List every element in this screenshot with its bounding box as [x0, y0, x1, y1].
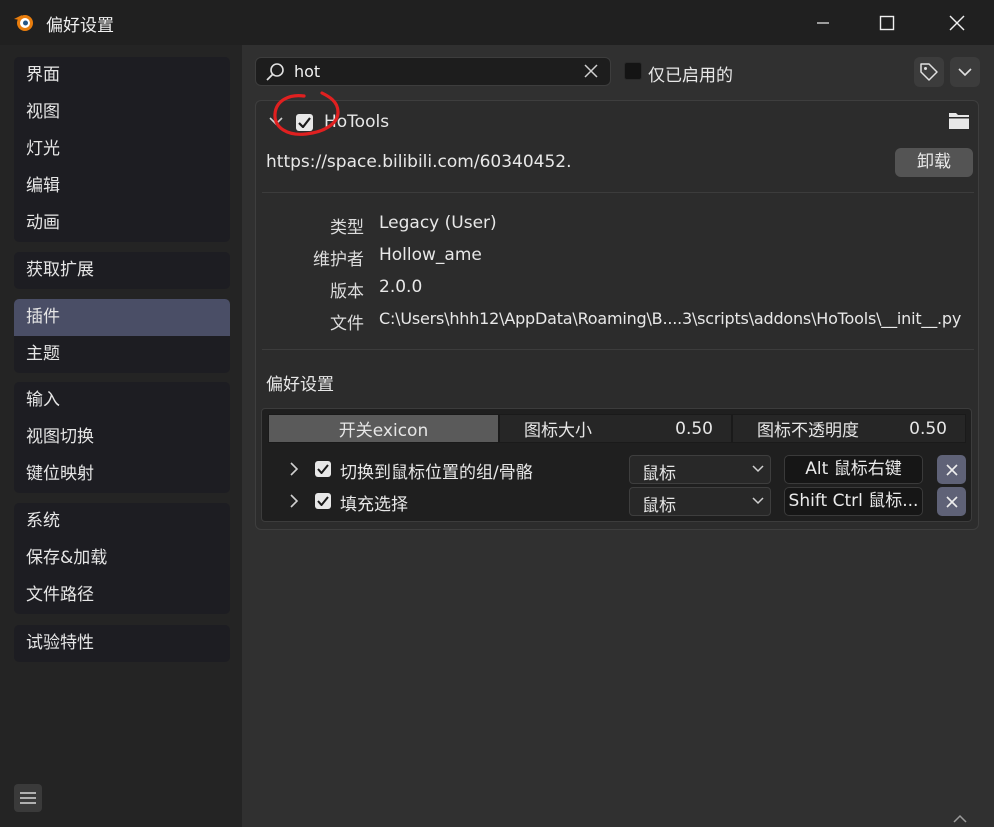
keymap-enable-checkbox[interactable] — [315, 493, 331, 509]
close-icon — [949, 15, 965, 30]
icon-opacity-label: 图标不透明度 — [757, 421, 859, 441]
maximize-icon — [879, 15, 895, 30]
keymap-remove-button[interactable] — [937, 487, 966, 516]
divider — [262, 349, 974, 350]
minimize-button[interactable] — [788, 0, 858, 45]
chevron-up-icon[interactable] — [952, 812, 968, 824]
close-icon — [945, 463, 958, 476]
search-icon — [266, 63, 284, 81]
options-dropdown-button[interactable] — [950, 57, 980, 87]
hamburger-icon — [20, 792, 36, 804]
uninstall-button[interactable]: 卸载 — [895, 148, 973, 177]
sidebar-item-keymap[interactable]: 键位映射 — [14, 456, 230, 493]
close-icon — [945, 495, 958, 508]
maximize-button[interactable] — [852, 0, 922, 45]
icon-size-label: 图标大小 — [524, 421, 592, 441]
title-bar: 偏好设置 — [0, 0, 994, 45]
info-version-value: 2.0.0 — [379, 277, 423, 297]
minimize-icon — [817, 21, 829, 24]
sidebar-item-addons[interactable]: 插件 — [14, 299, 230, 336]
red-annotation-circle — [273, 91, 340, 136]
tab-label: 开关exicon — [338, 421, 429, 441]
icon-opacity-field[interactable]: 图标不透明度 0.50 — [732, 414, 966, 443]
keymap-label: 切换到鼠标位置的组/骨骼 — [340, 463, 533, 483]
sidebar-item-lights[interactable]: 灯光 — [14, 131, 230, 168]
keymap-device-select[interactable]: 鼠标 — [629, 487, 771, 516]
blender-logo-icon — [14, 15, 33, 31]
prefs-section-title: 偏好设置 — [266, 375, 334, 395]
sidebar-group-system: 系统 保存&加载 文件路径 — [14, 503, 230, 614]
info-file-label: 文件 — [330, 314, 364, 334]
checkmark-icon — [317, 464, 329, 474]
info-file-value: C:\Users\hhh12\AppData\Roaming\B....3\sc… — [379, 309, 962, 328]
folder-icon[interactable] — [948, 110, 970, 130]
sidebar-group-input: 输入 视图切换 键位映射 — [14, 382, 230, 493]
sidebar-item-experimental[interactable]: 试验特性 — [14, 625, 230, 662]
sidebar-item-file-paths[interactable]: 文件路径 — [14, 577, 230, 614]
sidebar-item-viewport[interactable]: 视图 — [14, 94, 230, 131]
icon-size-value: 0.50 — [675, 418, 713, 439]
info-type-value: Legacy (User) — [379, 213, 497, 233]
sidebar-item-system[interactable]: 系统 — [14, 503, 230, 540]
chevron-right-icon[interactable] — [288, 461, 300, 477]
keymap-device-value: 鼠标 — [642, 496, 676, 516]
search-value: hot — [294, 62, 321, 81]
menu-button[interactable] — [14, 784, 42, 812]
info-maintainer-value: Hollow_ame — [379, 245, 482, 265]
clear-search-icon[interactable] — [582, 62, 600, 80]
sidebar-group-addons: 插件 主题 — [14, 299, 230, 373]
close-button[interactable] — [922, 0, 992, 45]
prefs-tab-row: 开关exicon 图标大小 0.50 图标不透明度 0.50 — [268, 414, 966, 443]
sidebar-item-animation[interactable]: 动画 — [14, 205, 230, 242]
search-input[interactable]: hot — [255, 57, 611, 86]
checkmark-icon — [317, 496, 329, 506]
chevron-down-icon — [958, 68, 972, 77]
keymap-remove-button[interactable] — [937, 455, 966, 484]
tag-icon — [920, 63, 938, 81]
tab-exicon-toggle[interactable]: 开关exicon — [268, 414, 499, 443]
chevron-down-icon — [752, 497, 764, 505]
enabled-only-checkbox[interactable] — [624, 62, 642, 80]
sidebar-group-extensions: 获取扩展 — [14, 252, 230, 289]
icon-opacity-value: 0.50 — [909, 418, 947, 439]
sidebar-item-get-extensions[interactable]: 获取扩展 — [14, 252, 230, 289]
chevron-right-icon[interactable] — [288, 493, 300, 509]
keymap-row: 切换到鼠标位置的组/骨骼 鼠标 Alt 鼠标右键 — [268, 455, 968, 485]
keymap-key-button[interactable]: Alt 鼠标右键 — [784, 455, 923, 484]
info-maintainer-label: 维护者 — [313, 250, 364, 270]
sidebar-item-interface[interactable]: 界面 — [14, 57, 230, 94]
sidebar-item-themes[interactable]: 主题 — [14, 336, 230, 373]
window-title: 偏好设置 — [46, 16, 114, 36]
keymap-key-button[interactable]: Shift Ctrl 鼠标... — [784, 487, 923, 516]
info-type-label: 类型 — [330, 218, 364, 238]
info-version-label: 版本 — [330, 282, 364, 302]
keymap-device-select[interactable]: 鼠标 — [629, 455, 771, 484]
enabled-only-label: 仅已启用的 — [648, 66, 733, 86]
sidebar-item-navigation[interactable]: 视图切换 — [14, 419, 230, 456]
keymap-label: 填充选择 — [340, 495, 408, 515]
sidebar-item-editing[interactable]: 编辑 — [14, 168, 230, 205]
icon-size-field[interactable]: 图标大小 0.50 — [499, 414, 732, 443]
tag-filter-button[interactable] — [914, 57, 944, 87]
chevron-down-icon — [752, 465, 764, 473]
sidebar-item-input[interactable]: 输入 — [14, 382, 230, 419]
sidebar-group-experimental: 试验特性 — [14, 625, 230, 662]
divider — [262, 192, 974, 193]
sidebar-item-save-load[interactable]: 保存&加载 — [14, 540, 230, 577]
keymap-device-value: 鼠标 — [642, 464, 676, 484]
keymap-enable-checkbox[interactable] — [315, 461, 331, 477]
sidebar-group-display: 界面 视图 灯光 编辑 动画 — [14, 57, 230, 242]
addon-url-link[interactable]: https://space.bilibili.com/60340452. — [266, 152, 572, 172]
keymap-row: 填充选择 鼠标 Shift Ctrl 鼠标... — [268, 487, 968, 517]
